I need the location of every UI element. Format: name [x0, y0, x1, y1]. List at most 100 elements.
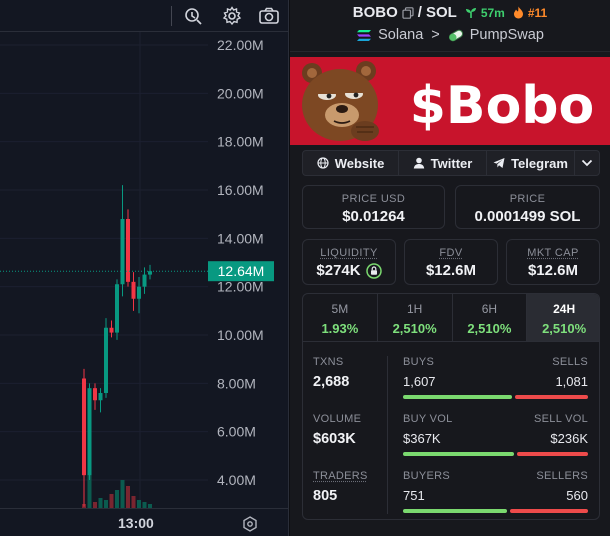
chart-toolbar [0, 0, 289, 32]
quote-token-symbol: SOL [426, 4, 457, 21]
indicator-icon[interactable] [182, 4, 206, 28]
candlestick-chart[interactable]: 22.00M20.00M18.00M16.00M14.00M12.00M10.0… [0, 32, 289, 508]
volume-value: $603K [313, 431, 361, 447]
price-axis-label: 18.00M [217, 134, 264, 150]
volume-bar [99, 498, 103, 508]
time-axis-border [0, 508, 289, 509]
more-links-button[interactable] [575, 151, 599, 175]
traders-label: TRADERS [313, 470, 368, 482]
time-axis-label: 13:00 [118, 515, 154, 531]
price-native-value: 0.0001499 SOL [475, 208, 581, 225]
market-cap-label: MKT CAP [507, 247, 599, 259]
dex-name[interactable]: PumpSwap [470, 27, 544, 43]
timeframe-tabs: 5M 1.93% 1H 2,510% 6H 2,510% 24H 2,510% [303, 294, 600, 342]
price-axis-label: 10.00M [217, 327, 264, 343]
tab-24h[interactable]: 24H 2,510% [527, 294, 600, 341]
sellers-label: SELLERS [536, 470, 588, 482]
liquidity-value: $274K [316, 262, 360, 279]
token-banner: $Bobo [290, 57, 610, 145]
pumpswap-icon [448, 28, 464, 42]
buy-volume-label: BUY VOL [403, 413, 453, 425]
sell-volume-value: $236K [550, 431, 588, 446]
sells-value: 1,081 [555, 374, 588, 389]
website-button[interactable]: Website [303, 151, 399, 175]
volume-bar [115, 490, 119, 508]
auto-scale-icon[interactable] [241, 515, 259, 536]
buyers-bar-fill [403, 509, 507, 513]
traders-bar [403, 509, 588, 513]
volume-label: VOLUME [313, 413, 361, 425]
candle-body [132, 282, 136, 299]
candle-body [99, 393, 103, 400]
flame-icon [513, 6, 524, 19]
volume-bar [110, 494, 114, 508]
sprout-icon [465, 7, 477, 19]
candle-body [88, 388, 92, 475]
buyers-value: 751 [403, 488, 425, 503]
toolbar-divider [171, 6, 172, 26]
chevron-down-icon [581, 159, 593, 167]
candle-body [121, 219, 125, 284]
camera-icon[interactable] [257, 4, 281, 28]
price-axis-label: 22.00M [217, 37, 264, 53]
price-chart-pane[interactable]: 22.00M 20.00M 18.00M 16.00M 14.00M 12.00M 10.0… [0, 0, 289, 536]
user-icon [413, 157, 425, 169]
txns-value: 2,688 [313, 374, 349, 390]
trending-rank: #11 [528, 6, 547, 20]
breadcrumb-arrow: > [431, 27, 439, 43]
candle-body [104, 328, 108, 393]
gear-icon[interactable] [220, 4, 244, 28]
social-links: Website Twitter Telegram [302, 150, 600, 176]
candle-body [126, 219, 130, 282]
buys-bar-fill [403, 395, 512, 399]
telegram-button[interactable]: Telegram [487, 151, 575, 175]
fdv-value: $12.6M [426, 262, 476, 279]
liquidity-label: LIQUIDITY [303, 247, 395, 259]
lock-icon[interactable] [366, 263, 382, 279]
pair-separator: / [418, 4, 422, 21]
token-info-panel: BOBO / SOL 57m #11 Solana > PumpSwap $Bo… [290, 0, 610, 536]
sells-label: SELLS [552, 356, 588, 368]
volume-bar [137, 500, 141, 508]
telegram-icon [493, 157, 505, 169]
price-usd-card: PRICE USD $0.01264 [302, 185, 445, 229]
traders-value: 805 [313, 488, 368, 504]
liquidity-card: LIQUIDITY $274K [302, 239, 396, 285]
chain-name[interactable]: Solana [378, 27, 423, 43]
candle-body [137, 287, 141, 299]
price-axis-label: 20.00M [217, 85, 264, 101]
volume-bar [132, 496, 136, 508]
sellers-bar-fill [510, 509, 588, 513]
trading-stats: 5M 1.93% 1H 2,510% 6H 2,510% 24H 2,510% TXNS… [302, 293, 600, 520]
buyers-label: BUYERS [403, 470, 450, 482]
candle-body [143, 275, 147, 287]
volume-bar [126, 486, 130, 508]
copy-icon[interactable] [402, 7, 414, 19]
website-label: Website [335, 156, 385, 171]
pair-age: 57m [481, 6, 505, 20]
traders-row: TRADERS 805 BUYERS SELLERS 751 560 [303, 464, 600, 520]
price-usd-label: PRICE USD [303, 193, 444, 205]
twitter-button[interactable]: Twitter [399, 151, 487, 175]
sell-volume-bar-fill [517, 452, 588, 456]
candle-body [93, 388, 97, 400]
price-usd-value: $0.01264 [342, 208, 405, 225]
bear-mascot-image: $Bobo [290, 57, 610, 145]
tab-6h[interactable]: 6H 2,510% [453, 294, 528, 341]
svg-text:$Bobo: $Bobo [410, 76, 595, 136]
price-axis-label: 14.00M [217, 230, 264, 246]
volume-bar [403, 452, 588, 456]
price-axis-label: 8.00M [217, 375, 256, 391]
buys-label: BUYS [403, 356, 434, 368]
tab-5m[interactable]: 5M 1.93% [303, 294, 378, 341]
market-cap-card: MKT CAP $12.6M [506, 239, 600, 285]
sellers-value: 560 [566, 488, 588, 503]
twitter-label: Twitter [431, 156, 473, 171]
price-native-card: PRICE 0.0001499 SOL [455, 185, 600, 229]
candle-body [110, 328, 114, 333]
volume-bar [104, 500, 108, 508]
price-axis-label: 4.00M [217, 472, 256, 488]
tab-1h[interactable]: 1H 2,510% [378, 294, 453, 341]
buy-volume-value: $367K [403, 431, 441, 446]
telegram-label: Telegram [511, 156, 568, 171]
